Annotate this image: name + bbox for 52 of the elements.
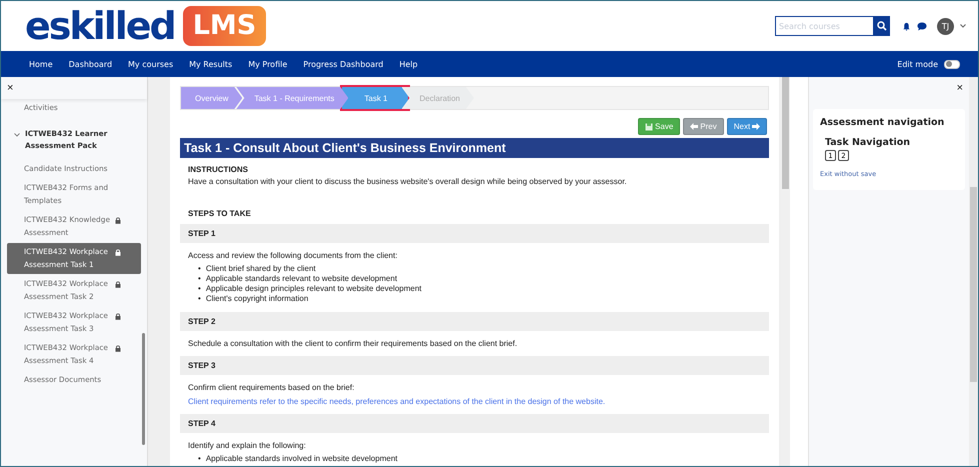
paragraph: Identify and explain the following: [188,440,307,451]
nav-link[interactable]: Home [29,60,53,68]
search-icon[interactable] [876,21,886,31]
bullet-marker: • [198,264,201,274]
chevron-icon[interactable] [14,132,20,136]
edit-mode-toggle[interactable] [944,60,960,68]
step-heading: STEP 1 [180,224,770,243]
close-icon[interactable]: × [7,82,14,94]
paragraph: Have a consultation with your client to discuss the business website's overall design while being observed by your assessor. [188,176,628,187]
step-heading: STEP 3 [180,356,770,375]
bullet-marker: • [198,284,201,294]
nav-link[interactable]: Progress Dashboard [303,60,384,68]
note-text: Client requirements refer to the specific needs, preferences and expectations of the client in the design of the website. [188,396,606,407]
paragraph: Confirm client requirements based on the brief: [188,382,356,393]
card-title: Assessment navigation [820,117,946,128]
instructions-heading: INSTRUCTIONS [188,165,249,174]
step-heading: STEP 2 [180,312,770,331]
step-heading: STEP 4 [180,414,770,433]
caret-icon[interactable] [960,24,966,28]
eskilled-logo-text: eskilled [25,6,175,45]
close-icon[interactable]: × [956,82,963,94]
task-title: Task 1 - Consult About Client's Business Environment [180,138,770,158]
nav-link[interactable]: My Results [189,60,232,68]
section-heading: STEPS TO TAKE [188,209,252,218]
right-arrow-icon [752,123,760,130]
bullet-marker: • [198,294,201,304]
chat-icon[interactable] [917,22,927,30]
left-arrow-icon [690,123,698,130]
card-subtitle: Task Navigation [825,137,912,148]
nav-link[interactable]: My Profile [248,60,288,68]
list-item: Client brief shared by the client [206,264,316,274]
nav-link[interactable]: Dashboard [68,60,112,68]
scrollbar[interactable] [142,333,145,445]
next-button[interactable]: Next [726,118,768,135]
list-item: Applicable standards relevant to website development [206,274,398,284]
lms-logo-badge: LMS [182,6,266,46]
paragraph: Schedule a consultation with the client to confirm their requirements based on the client brief. [188,338,518,349]
bullet-marker: • [198,454,201,464]
list-item: Applicable design principles relevant to website development [206,284,422,294]
scrollbar[interactable] [782,77,790,189]
edit-mode-label: Edit mode [897,60,938,68]
scrollbar[interactable] [970,187,977,382]
search-field[interactable]: Search courses [775,16,873,36]
bell-icon[interactable] [902,22,911,30]
user-avatar[interactable]: TJ [937,18,954,34]
bullet-marker: • [198,274,201,284]
list-item: Applicable standards involved in website development [206,454,398,464]
nav-link[interactable]: My courses [128,60,174,68]
nav-link[interactable]: Help [399,60,418,68]
list-item: Client's copyright information [206,294,308,304]
paragraph: Access and review the following documents from the client: [188,250,398,261]
floppy-icon [645,122,654,130]
